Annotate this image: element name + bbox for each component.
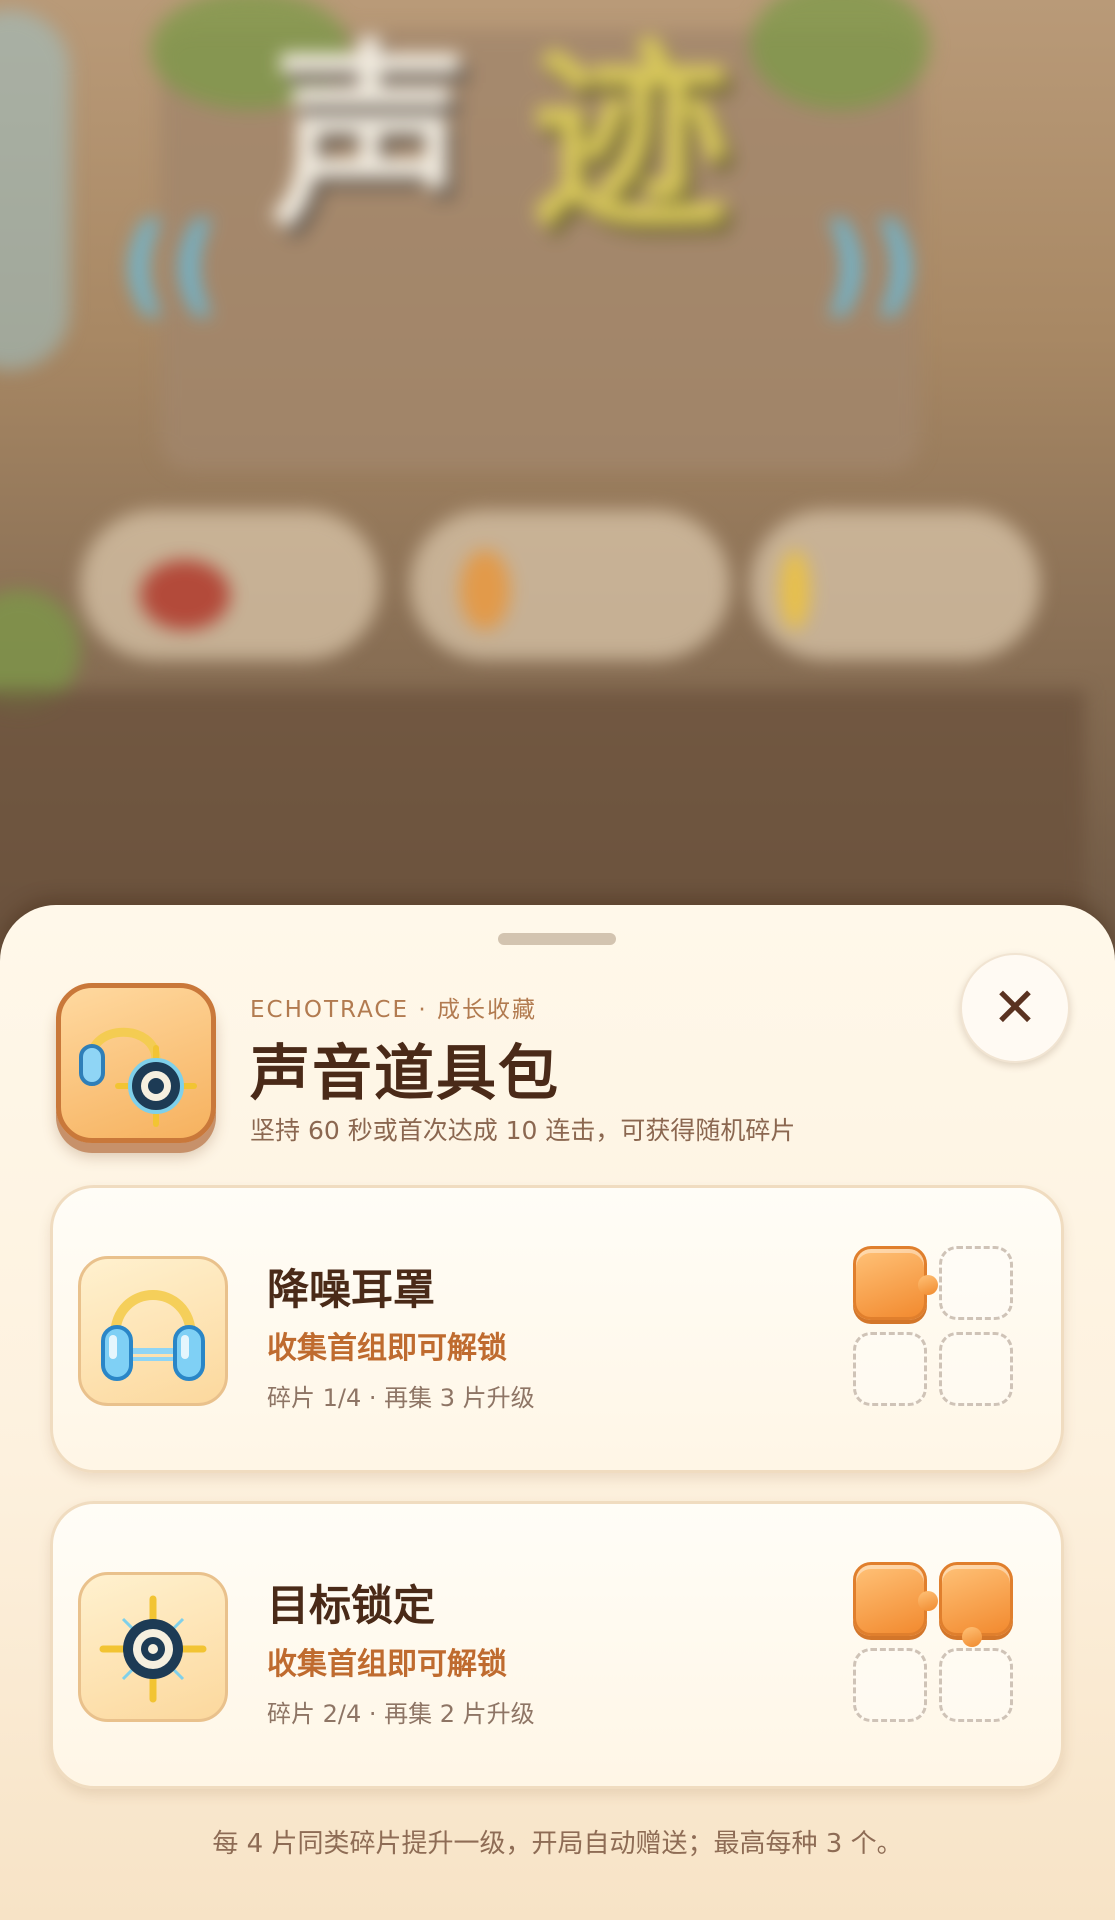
sound-pack-icon [56, 983, 216, 1143]
sheet-subtitle: 坚持 60 秒或首次达成 10 连击，可获得随机碎片 [250, 1116, 796, 1145]
bg-wave-right: )) [820, 200, 921, 328]
footer-rule-note: 每 4 片同类碎片提升一级，开局自动赠送；最高每种 3 个。 [212, 1829, 903, 1859]
fragment-slot-empty [939, 1648, 1013, 1722]
fragment-slot-empty [853, 1648, 927, 1722]
fragment-connector [918, 1275, 938, 1295]
close-button[interactable]: ✕ [960, 953, 1070, 1063]
bg-wave-left: (( [120, 200, 221, 328]
bg-button-blur [410, 510, 730, 660]
earmuffs-icon [78, 1256, 228, 1406]
bg-title-char-2: 迹 [530, 23, 731, 256]
bg-title-char-1: 声 [270, 23, 471, 256]
fragment-connector [918, 1591, 938, 1611]
fragment-collected [853, 1246, 938, 1320]
item-unlock-status: 收集首组即可解锁 [267, 1331, 507, 1366]
sheet-drag-handle[interactable] [498, 933, 616, 945]
item-fragment-progress: 碎片 2/4 · 再集 2 片升级 [267, 1700, 535, 1728]
target-lock-icon [78, 1572, 228, 1722]
close-icon: ✕ [992, 976, 1038, 1039]
fragment-grid [853, 1246, 1023, 1416]
fragment-connector [962, 1627, 982, 1647]
bg-button-blur [80, 510, 380, 660]
fragment-collected [939, 1562, 1013, 1647]
sound-item-pack-sheet: ECHOTRACE · 成长收藏 声音道具包 坚持 60 秒或首次达成 10 连… [0, 905, 1115, 1920]
fragment-slot-empty [853, 1332, 927, 1406]
fragment-slot-empty [939, 1332, 1013, 1406]
sheet-title: 声音道具包 [250, 1039, 560, 1109]
item-unlock-status: 收集首组即可解锁 [267, 1647, 507, 1682]
bg-dot [460, 550, 510, 630]
fragment-grid [853, 1562, 1023, 1732]
fragment-collected [853, 1562, 938, 1636]
item-name: 降噪耳罩 [267, 1265, 436, 1314]
item-card-target-lock[interactable]: 目标锁定 收集首组即可解锁 碎片 2/4 · 再集 2 片升级 [50, 1501, 1064, 1789]
item-fragment-progress: 碎片 1/4 · 再集 3 片升级 [267, 1384, 535, 1412]
item-name: 目标锁定 [267, 1581, 436, 1630]
brand-label: ECHOTRACE · 成长收藏 [250, 997, 537, 1023]
bg-dot [780, 550, 810, 630]
fragment-slot-empty [939, 1246, 1013, 1320]
bg-dot [140, 560, 230, 630]
bg-window [0, 10, 70, 370]
item-card-earmuffs[interactable]: 降噪耳罩 收集首组即可解锁 碎片 1/4 · 再集 3 片升级 [50, 1185, 1064, 1473]
background-scene: (( )) 声 迹 [0, 0, 1115, 960]
